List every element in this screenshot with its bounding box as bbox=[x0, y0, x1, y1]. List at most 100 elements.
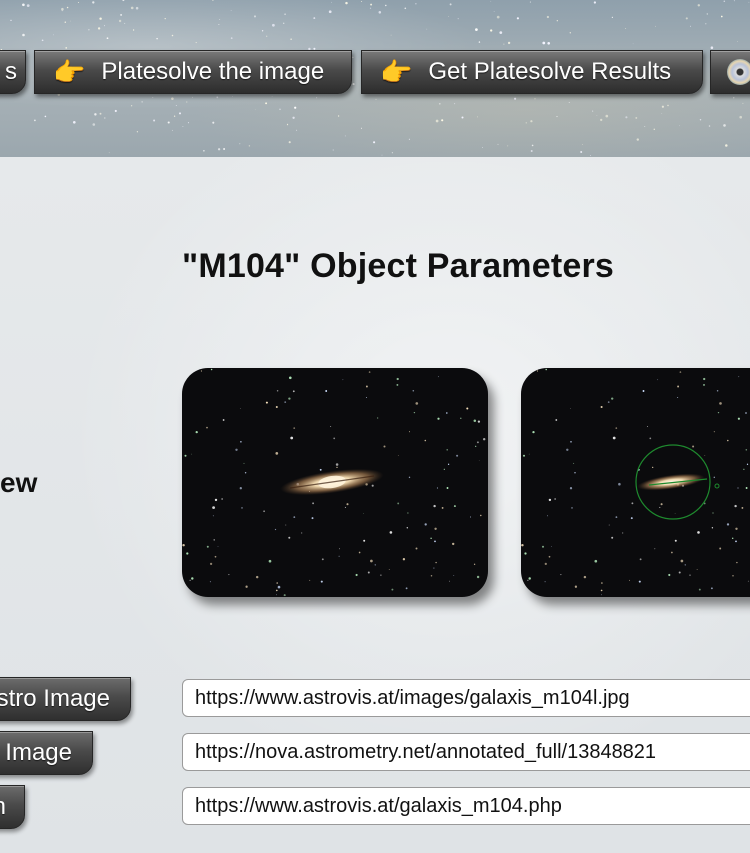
star bbox=[342, 379, 344, 381]
star bbox=[433, 567, 435, 569]
star bbox=[152, 96, 154, 98]
get-platesolve-results-button[interactable]: 👉 Get Platesolve Results bbox=[361, 50, 703, 94]
star bbox=[457, 18, 459, 20]
star bbox=[569, 32, 571, 34]
star bbox=[529, 1, 531, 3]
annotated-image[interactable] bbox=[521, 368, 750, 597]
star bbox=[22, 3, 25, 7]
star bbox=[108, 152, 110, 154]
star bbox=[373, 141, 376, 144]
webpage-link-button[interactable]: n bbox=[0, 785, 25, 829]
star bbox=[445, 412, 448, 414]
star bbox=[283, 594, 286, 597]
star bbox=[534, 98, 536, 100]
star bbox=[408, 138, 410, 140]
star bbox=[26, 4, 30, 7]
star bbox=[292, 390, 295, 393]
star bbox=[230, 10, 232, 11]
star bbox=[713, 476, 716, 479]
astro-image-link-button[interactable]: stro Image bbox=[0, 677, 131, 721]
star bbox=[141, 101, 143, 103]
star bbox=[646, 425, 648, 427]
star bbox=[290, 38, 292, 40]
star bbox=[325, 390, 328, 392]
star bbox=[735, 527, 738, 530]
star bbox=[228, 574, 230, 576]
star bbox=[41, 39, 44, 42]
star bbox=[430, 537, 432, 539]
star bbox=[290, 436, 294, 440]
star bbox=[530, 150, 533, 152]
star bbox=[276, 389, 279, 392]
star bbox=[293, 427, 296, 429]
star bbox=[697, 531, 700, 534]
star bbox=[391, 588, 394, 591]
star bbox=[276, 582, 279, 584]
star bbox=[443, 468, 445, 470]
star bbox=[478, 41, 481, 43]
annotated-image-url-field[interactable] bbox=[182, 733, 750, 771]
star bbox=[374, 564, 376, 566]
star bbox=[611, 16, 614, 19]
star bbox=[235, 448, 238, 452]
star bbox=[248, 145, 251, 147]
star bbox=[699, 119, 702, 121]
star bbox=[493, 11, 495, 13]
star bbox=[706, 13, 708, 15]
star bbox=[241, 507, 243, 509]
star bbox=[677, 385, 680, 388]
star bbox=[320, 580, 323, 583]
star bbox=[344, 506, 346, 508]
star bbox=[720, 15, 723, 18]
star bbox=[684, 564, 686, 566]
platesolve-button[interactable]: 👉 Platesolve the image bbox=[34, 50, 352, 94]
nav-button-previous[interactable]: s bbox=[0, 50, 26, 94]
star bbox=[191, 453, 193, 455]
star bbox=[516, 17, 520, 20]
star bbox=[732, 575, 734, 577]
star bbox=[697, 4, 701, 7]
annotated-image-link-button-label: Image bbox=[5, 739, 72, 766]
star bbox=[156, 37, 158, 40]
star bbox=[711, 527, 714, 529]
star bbox=[283, 22, 285, 24]
webpage-url-field[interactable] bbox=[182, 787, 750, 825]
star bbox=[396, 377, 399, 381]
star bbox=[430, 575, 433, 577]
star bbox=[118, 19, 122, 23]
star bbox=[507, 41, 511, 45]
star bbox=[583, 575, 587, 579]
star bbox=[679, 371, 682, 373]
star bbox=[496, 15, 500, 19]
star bbox=[424, 523, 427, 526]
astro-image-url-field[interactable] bbox=[182, 679, 750, 717]
star bbox=[244, 471, 247, 474]
nav-button-previous-label: s bbox=[5, 58, 17, 85]
star bbox=[271, 96, 273, 97]
star bbox=[402, 558, 406, 561]
star bbox=[592, 110, 594, 112]
webpage-link-button-label: n bbox=[0, 793, 6, 820]
star bbox=[209, 581, 211, 583]
star bbox=[370, 559, 373, 563]
star bbox=[547, 515, 549, 517]
star bbox=[739, 115, 743, 119]
star bbox=[122, 0, 125, 2]
star bbox=[186, 101, 188, 103]
star bbox=[424, 439, 427, 442]
get-platesolve-results-label: Get Platesolve Results bbox=[428, 58, 672, 85]
star bbox=[213, 539, 215, 541]
star bbox=[219, 18, 221, 20]
star bbox=[743, 468, 745, 470]
star bbox=[638, 580, 641, 583]
star bbox=[292, 116, 295, 119]
annotated-image-link-button[interactable]: Image bbox=[0, 731, 93, 775]
star bbox=[171, 129, 173, 131]
astro-image[interactable] bbox=[182, 368, 488, 597]
nav-button-next[interactable] bbox=[710, 50, 750, 94]
star bbox=[719, 547, 722, 550]
star bbox=[607, 401, 610, 403]
star bbox=[741, 506, 744, 509]
star bbox=[293, 516, 296, 518]
star bbox=[99, 17, 102, 20]
